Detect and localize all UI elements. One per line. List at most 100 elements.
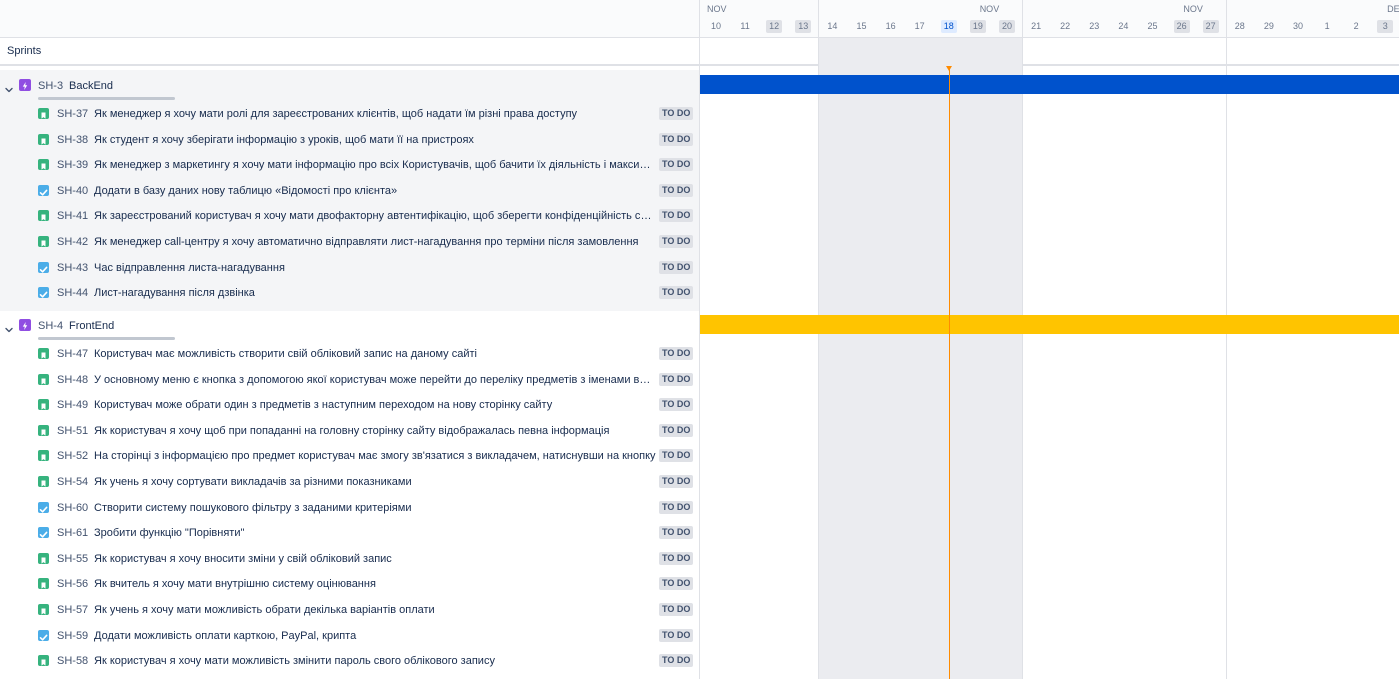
story-row[interactable]: SH-37 Як менеджер я хочу мати ролі для за… bbox=[0, 102, 699, 127]
issue-summary[interactable]: У основному меню є кнопка з допомогою як… bbox=[94, 374, 656, 386]
story-row[interactable]: SH-56 Як вчитель я хочу мати внутрішню си… bbox=[0, 572, 699, 597]
chevron-down-icon[interactable] bbox=[5, 81, 13, 93]
status-badge[interactable]: TO DO bbox=[659, 347, 694, 360]
story-bookmark-icon bbox=[38, 424, 49, 436]
issue-key[interactable]: SH-56 bbox=[57, 578, 88, 590]
story-row[interactable]: SH-54 Як учень я хочу сортувати викладачі… bbox=[0, 470, 699, 495]
issue-summary[interactable]: Як користувач я хочу вносити зміни у сві… bbox=[94, 553, 656, 565]
status-badge[interactable]: TO DO bbox=[659, 235, 694, 248]
day-label-18: 18 bbox=[940, 20, 957, 33]
issue-summary[interactable]: Як користувач я хочу щоб при попаданні н… bbox=[94, 425, 656, 437]
issue-key[interactable]: SH-42 bbox=[57, 236, 88, 248]
status-badge[interactable]: TO DO bbox=[659, 551, 694, 565]
issue-summary[interactable]: Користувач може обрати один з предметів … bbox=[94, 399, 656, 411]
story-row[interactable]: SH-43 Час відправлення листа-нагадування T… bbox=[0, 256, 699, 281]
day-label-19: 19 bbox=[969, 20, 986, 33]
issue-summary[interactable]: Як учень я хочу мати можливість обрати д… bbox=[94, 604, 656, 616]
issue-summary[interactable]: Як менеджер з маркетингу я хочу мати інф… bbox=[94, 159, 656, 171]
status-badge[interactable]: TO DO bbox=[659, 158, 694, 172]
epic-block: SH-4 FrontEnd SH-47 Користувач має можливіс… bbox=[0, 310, 699, 679]
story-row[interactable]: SH-38 Як студент я хочу зберігати інформа… bbox=[0, 128, 699, 153]
status-badge[interactable]: TO DO bbox=[659, 628, 694, 642]
status-badge[interactable]: TO DO bbox=[659, 209, 694, 223]
chevron-down-icon[interactable] bbox=[5, 321, 13, 333]
issue-key[interactable]: SH-38 bbox=[57, 134, 88, 146]
story-row[interactable]: SH-55 Як користувач я хочу вносити зміни … bbox=[0, 547, 699, 572]
issue-key[interactable]: SH-55 bbox=[57, 553, 88, 565]
issue-key[interactable]: SH-44 bbox=[57, 287, 88, 299]
issue-key[interactable]: SH-57 bbox=[57, 604, 88, 616]
status-badge[interactable]: TO DO bbox=[659, 475, 694, 488]
issue-key[interactable]: SH-51 bbox=[57, 425, 88, 437]
epic-key[interactable]: SH-4 bbox=[38, 320, 63, 332]
story-row[interactable]: SH-47 Користувач має можливість створити … bbox=[0, 342, 699, 367]
issue-summary[interactable]: Як учень я хочу сортувати викладачів за … bbox=[94, 476, 656, 488]
issue-key[interactable]: SH-40 bbox=[57, 185, 88, 197]
story-row[interactable]: SH-44 Лист-нагадування після дзвінка TO DO bbox=[0, 281, 699, 306]
status-badge[interactable]: TO DO bbox=[659, 398, 694, 412]
issue-summary[interactable]: На сторінці з інформацією про предмет ко… bbox=[94, 450, 656, 462]
issue-summary[interactable]: Час відправлення листа-нагадування bbox=[94, 262, 656, 274]
epic-bar-frontend[interactable] bbox=[700, 315, 1399, 334]
issue-summary[interactable]: Як користувач я хочу мати можливість змі… bbox=[94, 655, 656, 667]
story-row[interactable]: SH-40 Додати в базу даних нову таблицю «В… bbox=[0, 179, 699, 204]
story-row[interactable]: SH-57 Як учень я хочу мати можливість обр… bbox=[0, 598, 699, 623]
issue-summary[interactable]: Як студент я хочу зберігати інформацію з… bbox=[94, 134, 656, 146]
issue-summary[interactable]: Як вчитель я хочу мати внутрішню систему… bbox=[94, 578, 656, 590]
status-badge[interactable]: TO DO bbox=[659, 654, 694, 668]
story-row[interactable]: SH-41 Як зареєстрований користувач я хочу… bbox=[0, 204, 699, 229]
issue-key[interactable]: SH-58 bbox=[57, 655, 88, 667]
sprints-row[interactable]: Sprints bbox=[0, 38, 699, 66]
story-row[interactable]: SH-51 Як користувач я хочу щоб при попада… bbox=[0, 419, 699, 444]
epic-bar-backend[interactable] bbox=[700, 75, 1399, 94]
status-badge[interactable]: TO DO bbox=[659, 577, 694, 591]
story-row[interactable]: SH-49 Користувач може обрати один з предм… bbox=[0, 393, 699, 418]
epic-name[interactable]: BackEnd bbox=[69, 80, 113, 92]
status-badge[interactable]: TO DO bbox=[659, 260, 694, 274]
story-row[interactable]: SH-60 Створити систему пошукового фільтру… bbox=[0, 496, 699, 521]
issue-key[interactable]: SH-37 bbox=[57, 108, 88, 120]
status-badge[interactable]: TO DO bbox=[659, 183, 694, 197]
status-badge[interactable]: TO DO bbox=[659, 286, 694, 300]
story-row[interactable]: SH-48 У основному меню є кнопка з допомог… bbox=[0, 368, 699, 393]
issue-summary[interactable]: Створити систему пошукового фільтру з за… bbox=[94, 502, 656, 514]
story-row[interactable]: SH-52 На сторінці з інформацією про предм… bbox=[0, 444, 699, 469]
issue-key[interactable]: SH-60 bbox=[57, 502, 88, 514]
issue-key[interactable]: SH-43 bbox=[57, 262, 88, 274]
status-badge[interactable]: TO DO bbox=[659, 107, 694, 120]
issue-summary[interactable]: Зробити функцію "Порівняти" bbox=[94, 527, 656, 539]
issue-key[interactable]: SH-41 bbox=[57, 210, 88, 222]
status-badge[interactable]: TO DO bbox=[659, 423, 694, 437]
issue-key[interactable]: SH-39 bbox=[57, 159, 88, 171]
story-row[interactable]: SH-61 Зробити функцію "Порівняти" TO DO bbox=[0, 521, 699, 546]
epic-key[interactable]: SH-3 bbox=[38, 80, 63, 92]
issue-summary[interactable]: Додати можливість оплати карткою, PayPal… bbox=[94, 630, 656, 642]
story-row[interactable]: SH-39 Як менеджер з маркетингу я хочу мат… bbox=[0, 153, 699, 178]
status-badge[interactable]: TO DO bbox=[659, 500, 694, 514]
issue-summary[interactable]: Користувач має можливість створити свій … bbox=[94, 348, 656, 360]
issue-summary[interactable]: Додати в базу даних нову таблицю «Відомо… bbox=[94, 185, 656, 197]
issue-summary[interactable]: Як менеджер call-центру я хочу автоматич… bbox=[94, 236, 656, 248]
story-row[interactable]: SH-42 Як менеджер call-центру я хочу авто… bbox=[0, 230, 699, 255]
status-badge[interactable]: TO DO bbox=[659, 372, 694, 386]
day-label-10: 10 bbox=[710, 21, 721, 31]
story-row[interactable]: SH-58 Як користувач я хочу мати можливіст… bbox=[0, 649, 699, 674]
status-badge[interactable]: TO DO bbox=[659, 526, 694, 540]
status-badge[interactable]: TO DO bbox=[659, 449, 694, 463]
issue-summary[interactable]: Лист-нагадування після дзвінка bbox=[94, 287, 656, 299]
issue-summary[interactable]: Як менеджер я хочу мати ролі для зареєст… bbox=[94, 108, 656, 120]
epic-row[interactable]: SH-4 FrontEnd bbox=[0, 310, 699, 344]
epic-name[interactable]: FrontEnd bbox=[69, 320, 114, 332]
issue-key[interactable]: SH-61 bbox=[57, 527, 88, 539]
status-badge[interactable]: TO DO bbox=[659, 603, 694, 616]
issue-key[interactable]: SH-47 bbox=[57, 348, 88, 360]
issue-key[interactable]: SH-59 bbox=[57, 630, 88, 642]
issue-key[interactable]: SH-52 bbox=[57, 450, 88, 462]
status-badge[interactable]: TO DO bbox=[659, 132, 694, 146]
issue-summary[interactable]: Як зареєстрований користувач я хочу мати… bbox=[94, 210, 656, 222]
story-row[interactable]: SH-59 Додати можливість оплати карткою, P… bbox=[0, 624, 699, 649]
issue-key[interactable]: SH-54 bbox=[57, 476, 88, 488]
issue-key[interactable]: SH-49 bbox=[57, 399, 88, 411]
issue-key[interactable]: SH-48 bbox=[57, 374, 88, 386]
epic-row[interactable]: SH-3 BackEnd bbox=[0, 70, 699, 104]
